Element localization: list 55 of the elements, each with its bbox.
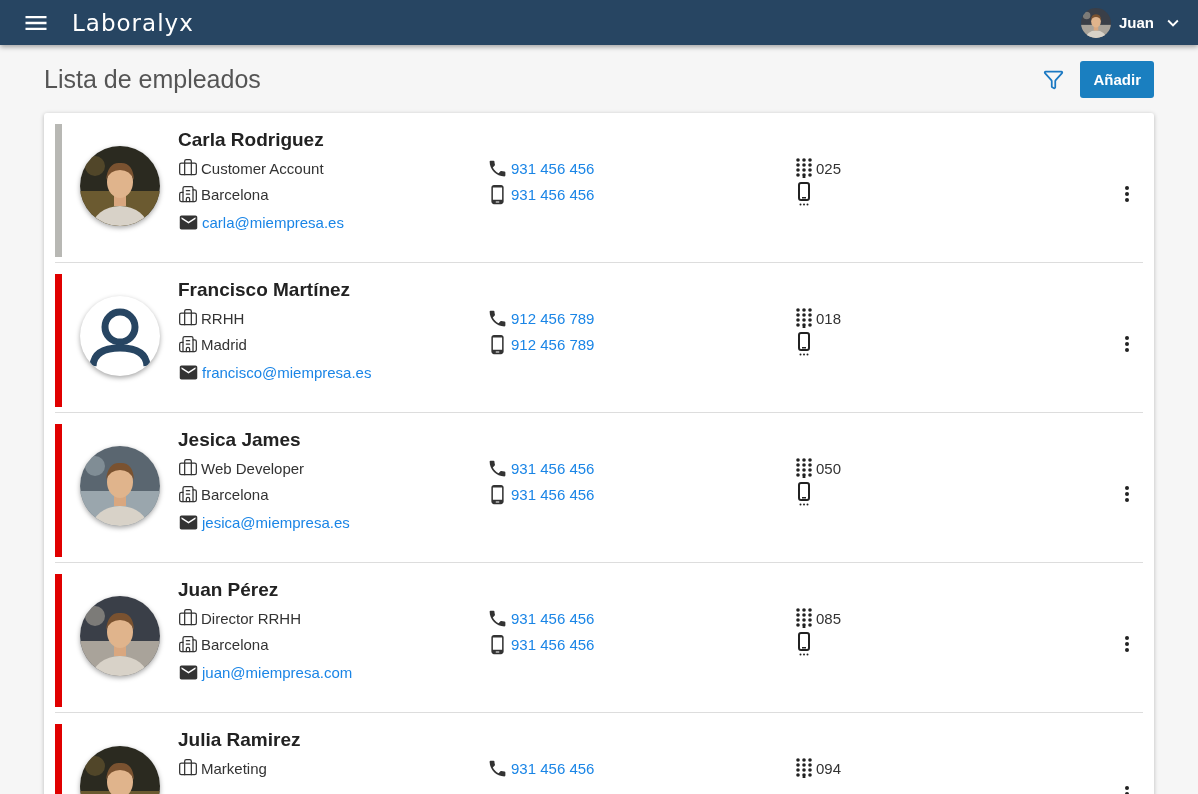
more-vertical-icon	[1125, 186, 1129, 202]
mobile-link[interactable]: 931 456 456	[511, 485, 595, 503]
phone-link[interactable]: 931 456 456	[511, 759, 595, 777]
filter-button[interactable]	[1043, 68, 1065, 90]
extension-text: 050	[816, 459, 842, 477]
phone-link[interactable]: 931 456 456	[511, 159, 595, 177]
extension-text: 018	[816, 309, 842, 327]
department-text: Web Developer	[201, 459, 305, 477]
phone-link[interactable]: 912 456 789	[511, 309, 595, 327]
city-text: Barcelona	[201, 635, 269, 653]
email-link[interactable]: francisco@miempresa.es	[202, 363, 372, 381]
extension-text: 094	[816, 759, 842, 777]
email-link[interactable]: carla@miempresa.es	[202, 213, 344, 231]
department-text: Director RRHH	[201, 609, 301, 627]
email-link[interactable]: jesica@miempresa.es	[202, 513, 350, 531]
app-logo: Laboralyx	[72, 9, 195, 36]
building-icon	[178, 634, 198, 654]
employee-name: Juan Pérez	[178, 579, 280, 602]
page-title: Lista de empleados	[44, 64, 262, 94]
dialpad-icon	[795, 308, 813, 328]
extension-text: 025	[816, 159, 842, 177]
dialpad-icon	[795, 608, 813, 628]
mobile-link[interactable]: 931 456 456	[511, 185, 595, 203]
employee-name: Jesica James	[178, 429, 302, 452]
extension-text: 085	[816, 609, 842, 627]
city-text: Barcelona	[201, 185, 269, 203]
more-vertical-icon	[1125, 486, 1129, 502]
more-vertical-icon	[1125, 636, 1129, 652]
department-text: RRHH	[201, 309, 245, 327]
city-text: Barcelona	[201, 485, 269, 503]
phone-link[interactable]: 931 456 456	[511, 459, 595, 477]
briefcase-icon	[178, 158, 198, 178]
building-icon	[178, 334, 198, 354]
mobile-link[interactable]: 931 456 456	[511, 635, 595, 653]
briefcase-icon	[178, 458, 198, 478]
dialpad-icon	[795, 158, 813, 178]
more-vertical-icon	[1125, 336, 1129, 352]
employee-name: Julia Ramirez	[178, 729, 302, 752]
user-menu-button[interactable]: Juan	[1081, 7, 1184, 38]
briefcase-icon	[178, 608, 198, 628]
employee-name: Francisco Martínez	[178, 279, 352, 302]
briefcase-icon	[178, 758, 198, 778]
dialpad-icon	[795, 758, 813, 778]
employee-name: Carla Rodriguez	[178, 129, 325, 152]
phone-link[interactable]: 931 456 456	[511, 609, 595, 627]
briefcase-icon	[178, 308, 198, 328]
add-button[interactable]: Añadir	[1080, 60, 1154, 98]
department-text: Customer Account	[201, 159, 324, 177]
dialpad-icon	[795, 458, 813, 478]
city-text: Madrid	[201, 335, 247, 353]
building-icon	[178, 484, 198, 504]
mobile-link[interactable]: 912 456 789	[511, 335, 595, 353]
building-icon	[178, 184, 198, 204]
email-link[interactable]: juan@miempresa.com	[202, 663, 353, 681]
department-text: Marketing	[201, 759, 267, 777]
